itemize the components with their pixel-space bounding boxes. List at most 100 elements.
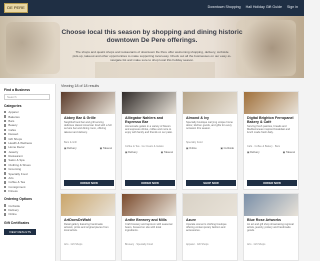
hero-photo-right [236, 20, 296, 76]
hero-banner: Choose local this season by shopping and… [0, 16, 304, 78]
checkbox[interactable] [4, 154, 7, 158]
business-card[interactable]: Anthe Brewery and Mills Craft brewery and… [121, 193, 177, 261]
category-label: Fitness [8, 189, 18, 194]
hero-photo-bottom [95, 62, 215, 78]
business-card[interactable]: Digital Brighton Ferropanel Bakery & Caf… [243, 91, 299, 190]
order-now-button[interactable]: ORDER NOW [64, 180, 114, 186]
checkbox[interactable] [4, 168, 7, 171]
checkbox[interactable] [4, 185, 7, 189]
category-label: Bars [8, 118, 15, 123]
business-photo [61, 92, 115, 114]
site-logo[interactable]: DE PERE [4, 3, 28, 13]
category-label: Cafés [8, 127, 16, 132]
checkbox[interactable] [4, 181, 7, 184]
business-description: Homemade gelato in a variety of flavors … [125, 125, 173, 135]
category-label: Gift Shops [8, 136, 22, 141]
business-photo [122, 92, 176, 114]
checkbox[interactable] [4, 119, 7, 123]
top-navigation-bar: DE PERE Downtown Shopping Hall Holiday G… [0, 0, 304, 16]
ordering-list: Curbside Delivery Online [4, 203, 51, 216]
checkbox[interactable] [4, 128, 7, 131]
find-business-label: Find a Business [4, 88, 31, 92]
category-label: Consignment [8, 184, 26, 189]
filter-sidebar: Find a Business Search Categories Appare… [0, 84, 56, 261]
business-photo [122, 194, 176, 216]
business-photo [244, 194, 298, 216]
business-photo [183, 194, 237, 216]
category-label: Bakeries [8, 114, 20, 119]
checkbox[interactable] [4, 213, 7, 216]
business-search-input[interactable]: Search [4, 94, 50, 100]
business-category: Apparel · Gift Shops [186, 243, 209, 246]
ordering-item[interactable]: Online [4, 212, 51, 216]
business-description: Serving fresh pastries, breads and Medit… [247, 125, 290, 135]
checkbox[interactable] [4, 115, 7, 118]
gift-certificates-label: Gift Certificates [4, 220, 30, 225]
business-card[interactable]: ArtDoesDeWahl Retail gallery featuring ha… [60, 193, 116, 261]
ordering-option-badge: ▣ Curbside [220, 147, 234, 150]
business-card[interactable]: Almond & Ivy Specialty boutique carrying … [182, 91, 238, 190]
hero-description: The shops and quaint shops and restauran… [72, 50, 232, 62]
checkbox[interactable] [4, 124, 7, 127]
checkbox[interactable] [4, 111, 7, 114]
business-card[interactable]: Blue Rose Artworks An art and gift shop s… [243, 193, 299, 261]
business-photo [61, 194, 115, 216]
checkbox[interactable] [4, 159, 7, 162]
checkbox[interactable] [4, 141, 7, 145]
category-label: Health & Wellness [8, 140, 32, 145]
category-label: Home Decor [8, 145, 25, 150]
results-count: Viewing 18 of 18 results [61, 84, 100, 88]
checkbox[interactable] [4, 204, 7, 207]
category-list: Apparel Bakeries Bars Beauty Cafés Dessert Gif… [4, 110, 51, 193]
nav-link-sign-in[interactable]: Sign in [287, 5, 298, 9]
ordering-option-badge: ▣ Delivery [247, 151, 260, 154]
business-photo [244, 92, 298, 114]
order-now-button[interactable]: SHOP NOW [186, 180, 236, 186]
category-label: Apparel [8, 110, 19, 115]
category-item[interactable]: Fitness [4, 189, 51, 193]
checkbox[interactable] [4, 146, 7, 149]
checkbox[interactable] [4, 190, 7, 193]
ordering-label: Online [8, 212, 17, 217]
business-description: Neighborhood bar and grill serving delic… [64, 121, 112, 134]
view-results-button[interactable]: VIEW RESULTS [4, 228, 36, 235]
ordering-label: Delivery [8, 208, 19, 212]
business-card[interactable]: Azure Upscale women's clothing boutique o… [182, 193, 238, 261]
business-category: Brewery · Specialty Food [125, 243, 153, 246]
ordering-options: ▣ Delivery ▣ Takeout [61, 145, 115, 150]
hero-photo-left [6, 22, 60, 74]
business-card[interactable]: Alliegator Nahlers and Espresso Bar Homem… [121, 91, 177, 190]
business-description: Upscale women's clothing boutique offeri… [186, 223, 227, 233]
checkbox[interactable] [4, 163, 7, 167]
checkbox[interactable] [4, 137, 7, 140]
hero-title: Choose local this season by shopping and… [61, 29, 243, 44]
business-description: Craft brewery and taproom with seasonal … [125, 223, 173, 233]
business-name[interactable]: Alliegator Nahlers and Espresso Bar [122, 114, 176, 124]
nav-link-gift-guide[interactable]: Hall Holiday Gift Guide [246, 5, 282, 9]
order-now-button[interactable]: ORDER NOW [247, 180, 297, 186]
category-label: Beauty [8, 123, 18, 128]
ordering-options: ▣ Online ▣ Curbside [183, 145, 237, 150]
nav-link-shopping[interactable]: Downtown Shopping [208, 5, 241, 9]
ordering-option-badge: ▣ Takeout [160, 151, 173, 154]
ordering-options: ▣ Delivery ▣ Takeout [244, 149, 298, 154]
ordering-option-badge: ▣ Delivery [125, 151, 138, 154]
business-name[interactable]: Digital Brighton Ferropanel Bakery & Caf… [244, 114, 298, 124]
top-nav-links: Downtown Shopping Hall Holiday Gift Guid… [208, 5, 298, 9]
category-label: Dessert [8, 132, 19, 137]
checkbox[interactable] [4, 208, 7, 212]
order-now-button[interactable]: ORDER NOW [125, 180, 175, 186]
ordering-options: ▣ Delivery ▣ Takeout [122, 149, 176, 154]
checkbox[interactable] [4, 150, 7, 153]
business-description: Specialty boutique carrying unique home … [186, 121, 233, 131]
business-grid: Viewing 18 of 18 results Abbey Bar & Gri… [60, 84, 304, 261]
business-photo [183, 92, 237, 114]
checkbox[interactable] [4, 172, 7, 175]
category-label: Jewelry [8, 149, 19, 154]
ordering-options-label: Ordering Options [4, 197, 33, 202]
ordering-option-badge: ▣ Takeout [99, 147, 112, 150]
checkbox[interactable] [4, 176, 7, 180]
ordering-label: Curbside [8, 203, 20, 208]
checkbox[interactable] [4, 132, 7, 136]
business-card[interactable]: Abbey Bar & Grille Neighborhood bar and g… [60, 91, 116, 190]
